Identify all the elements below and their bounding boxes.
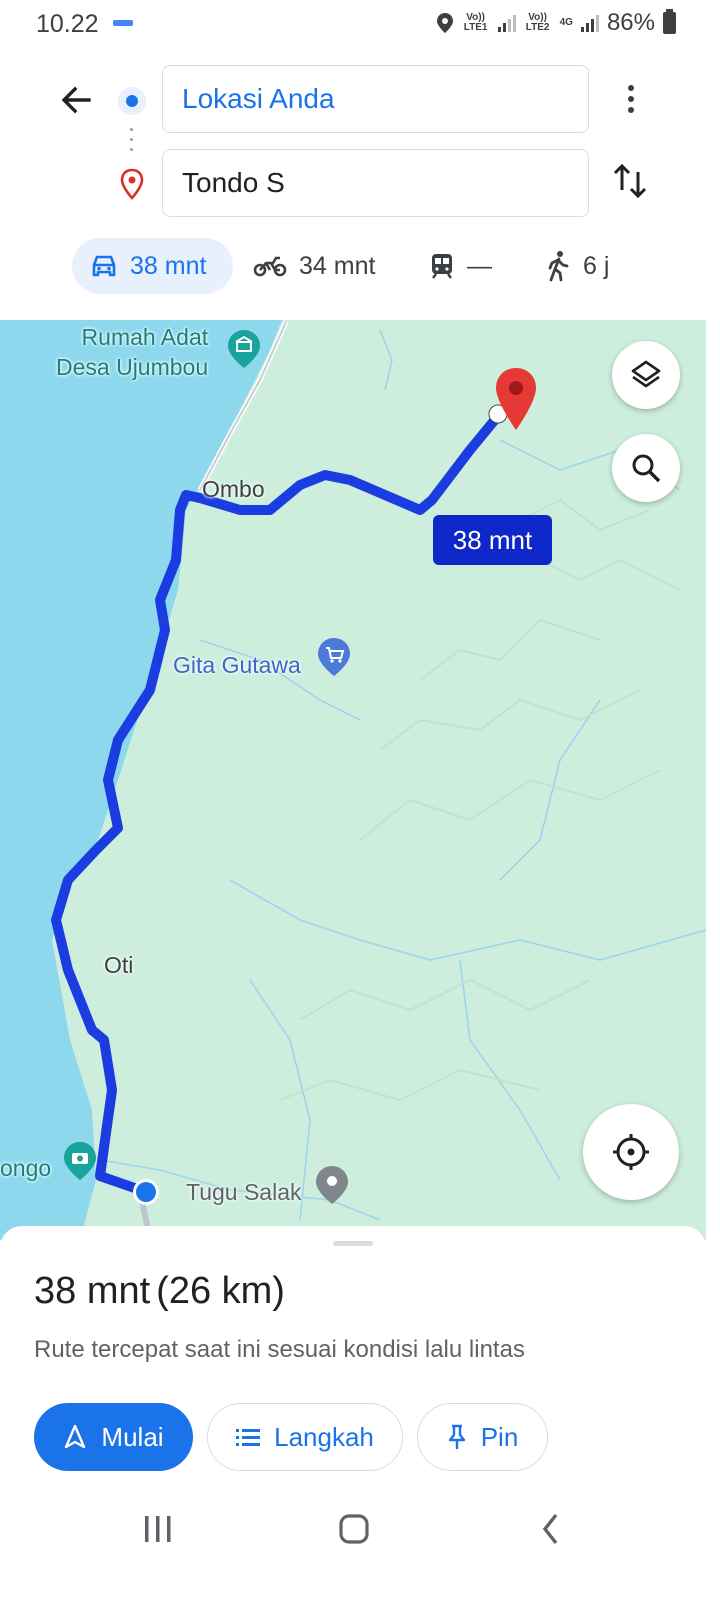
motorcycle-icon bbox=[253, 256, 287, 277]
train-icon bbox=[432, 254, 452, 279]
origin-field[interactable]: Lokasi Anda bbox=[162, 65, 589, 133]
map-label-tugu-salak[interactable]: Tugu Salak bbox=[186, 1179, 302, 1206]
mode-motorcycle[interactable]: 34 mnt bbox=[253, 238, 413, 294]
shopping-poi-icon bbox=[318, 638, 350, 676]
status-bar: 10.22 Vo)) LTE1 Vo)) LTE2 4G 86% bbox=[0, 0, 720, 52]
signal-bars-1 bbox=[497, 14, 516, 32]
map-label-rumah-adat[interactable]: Rumah Adat Desa Ujumbou bbox=[56, 322, 208, 382]
steps-button[interactable]: Langkah bbox=[207, 1403, 403, 1471]
notification-icon bbox=[113, 20, 133, 26]
sim1-label: Vo)) LTE1 bbox=[463, 12, 488, 33]
route-description: Rute tercepat saat ini sesuai kondisi la… bbox=[34, 1336, 525, 1363]
origin-dot-icon bbox=[118, 87, 146, 115]
current-location-dot bbox=[136, 1182, 156, 1202]
route-summary: 38 mnt (26 km) bbox=[34, 1270, 285, 1313]
route-duration: 38 mnt bbox=[34, 1270, 151, 1312]
map-label-gita-gutawa[interactable]: Gita Gutawa bbox=[173, 652, 301, 679]
back-arrow-icon[interactable] bbox=[56, 80, 96, 120]
start-button[interactable]: Mulai bbox=[34, 1403, 193, 1471]
data-label: 4G bbox=[559, 17, 573, 28]
map-view[interactable]: Rumah Adat Desa Ujumbou Ombo Gita Gutawa… bbox=[0, 320, 706, 1240]
route-distance: (26 km) bbox=[156, 1270, 285, 1312]
list-icon bbox=[236, 1429, 261, 1446]
mode-motorcycle-label: 34 mnt bbox=[299, 251, 376, 280]
mode-transit[interactable]: — bbox=[429, 238, 533, 294]
layers-icon bbox=[631, 360, 661, 388]
status-indicators: Vo)) LTE1 Vo)) LTE2 4G 86% bbox=[436, 9, 676, 37]
search-icon bbox=[632, 454, 661, 483]
route-connector bbox=[130, 128, 134, 158]
swap-icon[interactable] bbox=[610, 160, 650, 202]
car-icon bbox=[92, 255, 116, 277]
battery-percent: 86% bbox=[606, 9, 655, 36]
my-location-icon bbox=[613, 1134, 649, 1170]
recent-apps-icon[interactable] bbox=[145, 1516, 171, 1542]
navigation-icon bbox=[65, 1424, 86, 1449]
map-label-tongo[interactable]: ongo bbox=[0, 1155, 51, 1182]
sheet-drag-handle[interactable] bbox=[333, 1241, 373, 1246]
mode-walk-label: 6 j bbox=[583, 251, 610, 280]
system-nav-bar bbox=[145, 1513, 558, 1545]
search-button[interactable] bbox=[612, 434, 680, 502]
map-label-oti[interactable]: Oti bbox=[104, 952, 133, 979]
terrain bbox=[279, 498, 681, 1102]
mode-walk[interactable]: 6 j bbox=[545, 238, 609, 294]
route-duration-label[interactable]: 38 mnt bbox=[433, 515, 552, 565]
pin-button-label: Pin bbox=[480, 1421, 519, 1452]
start-button-label: Mulai bbox=[101, 1421, 164, 1452]
sea-area bbox=[0, 320, 282, 1240]
signal-bars-2 bbox=[580, 14, 599, 32]
pin-button[interactable]: Pin bbox=[417, 1403, 548, 1471]
battery-icon bbox=[663, 9, 676, 34]
home-icon[interactable] bbox=[339, 1514, 369, 1544]
destination-field[interactable]: Tondo S bbox=[162, 149, 589, 217]
route-actions: Mulai Langkah Pin bbox=[34, 1403, 548, 1471]
more-vert-icon[interactable] bbox=[614, 78, 648, 120]
location-icon bbox=[436, 13, 453, 33]
destination-pin-icon bbox=[120, 168, 144, 200]
mode-transit-label: — bbox=[467, 251, 492, 280]
sim2-label: Vo)) LTE2 bbox=[525, 12, 550, 33]
steps-button-label: Langkah bbox=[274, 1421, 374, 1452]
my-location-button[interactable] bbox=[583, 1104, 679, 1200]
mode-car[interactable]: 38 mnt bbox=[72, 238, 233, 294]
map-label-ombo[interactable]: Ombo bbox=[202, 476, 265, 503]
pin-icon bbox=[448, 1424, 465, 1449]
layers-button[interactable] bbox=[612, 341, 680, 409]
directions-header: Lokasi Anda Tondo S 38 mnt 34 mnt — 6 j bbox=[0, 52, 720, 322]
travel-modes: 38 mnt 34 mnt — 6 j bbox=[72, 238, 609, 294]
mode-car-label: 38 mnt bbox=[130, 251, 207, 280]
walk-icon bbox=[548, 251, 569, 282]
back-nav-icon[interactable] bbox=[542, 1513, 558, 1545]
status-time: 10.22 bbox=[36, 10, 99, 38]
map-canvas bbox=[0, 320, 706, 1240]
